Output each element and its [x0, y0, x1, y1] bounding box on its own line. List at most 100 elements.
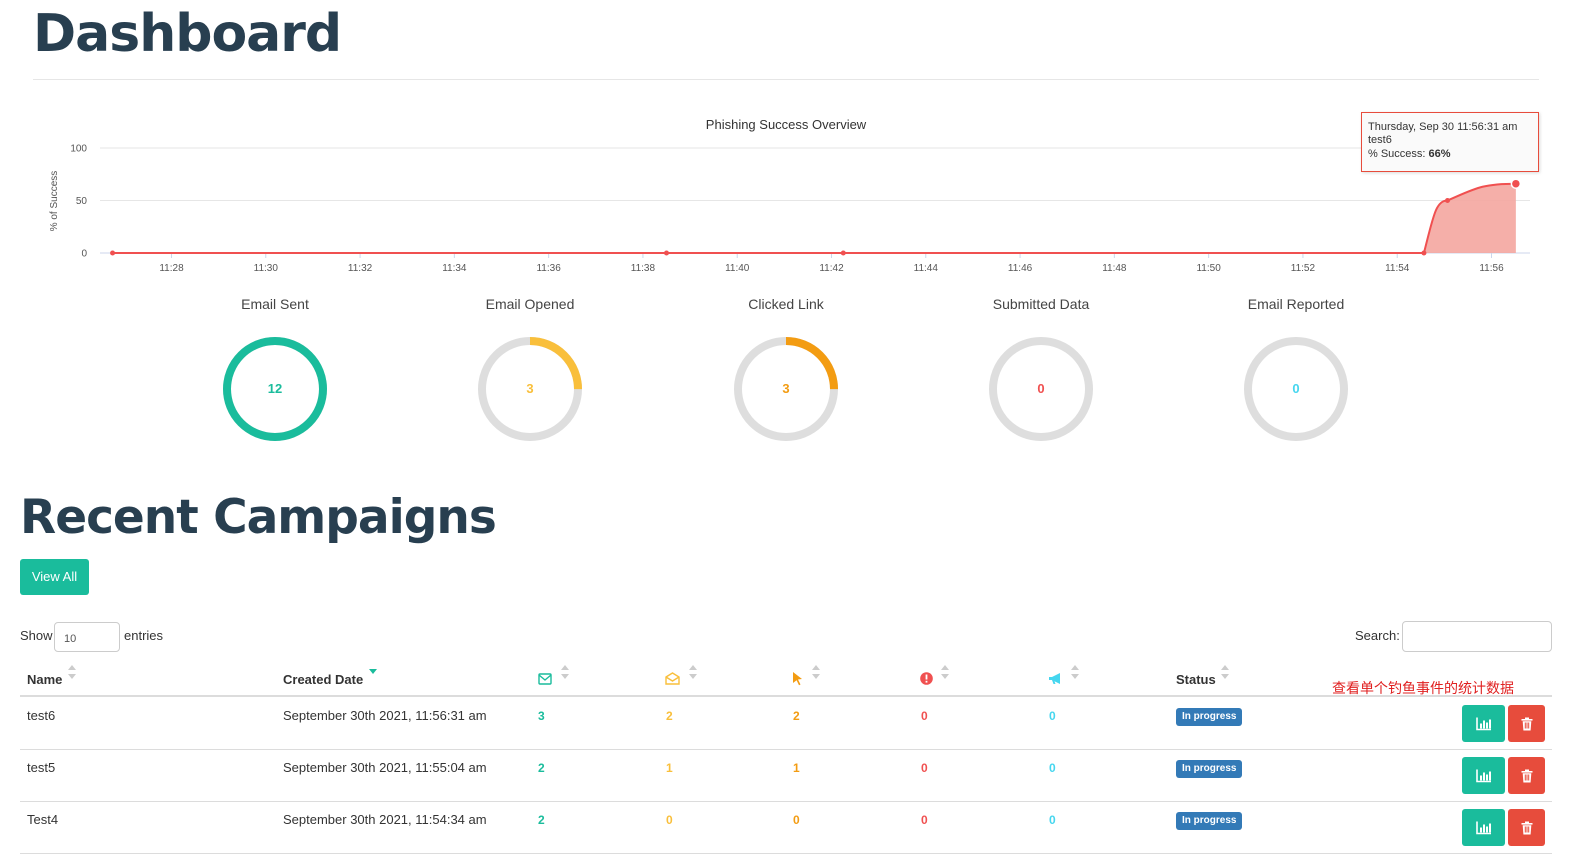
campaign-created-date: September 30th 2021, 11:54:34 am: [283, 812, 487, 827]
x-tick-label: 11:32: [348, 263, 373, 274]
data-point: [1421, 250, 1427, 256]
status-badge: In progress: [1176, 760, 1243, 778]
view-results-button[interactable]: [1462, 705, 1505, 742]
emails-reported-count: 0: [1049, 709, 1056, 723]
y-tick-label: 100: [70, 144, 87, 155]
stat-donut: 12: [219, 333, 331, 445]
emails-reported-count: 0: [1049, 761, 1056, 775]
emails-sent-count: 2: [538, 761, 545, 775]
envelope-open-icon: [665, 672, 680, 685]
delete-campaign-button[interactable]: [1508, 705, 1545, 742]
tooltip-value: 66%: [1428, 148, 1451, 160]
stat-label: Email Reported: [1247, 296, 1345, 312]
x-tick-label: 11:28: [159, 263, 184, 274]
x-tick-label: 11:54: [1385, 263, 1410, 274]
sort-icon[interactable]: [812, 664, 820, 680]
series-area: [112, 183, 1516, 253]
sort-icon[interactable]: [689, 664, 697, 680]
x-tick-label: 11:46: [1008, 263, 1033, 274]
stat-label: Email Opened: [485, 296, 575, 312]
sort-icon[interactable]: [68, 664, 76, 680]
title-divider: [33, 79, 1539, 80]
data-point: [664, 250, 669, 256]
emails-reported-count: 0: [1049, 813, 1056, 827]
highlighted-data-point: [1510, 178, 1522, 189]
y-axis-label: % of Success: [49, 171, 60, 232]
search-label: Search:: [1355, 628, 1400, 643]
campaign-created-date: September 30th 2021, 11:56:31 am: [283, 708, 487, 723]
view-all-button[interactable]: View All: [20, 559, 89, 595]
x-tick-label: 11:52: [1291, 263, 1316, 274]
chart-tooltip: Thursday, Sep 30 11:56:31 am test6 % Suc…: [1361, 112, 1539, 172]
x-tick-label: 11:48: [1102, 263, 1127, 274]
tooltip-label: % Success:: [1368, 148, 1426, 160]
mouse-pointer-icon: [793, 672, 802, 686]
show-label: Show: [20, 628, 53, 643]
stat-value: 0: [1292, 381, 1300, 396]
campaign-created-date: September 30th 2021, 11:55:04 am: [283, 760, 487, 775]
bar-chart-icon: [1475, 717, 1491, 730]
sort-descending-icon[interactable]: [369, 664, 377, 680]
y-tick-label: 0: [81, 249, 87, 260]
links-clicked-count: 2: [793, 709, 800, 723]
stat-value: 3: [526, 381, 534, 396]
emails-opened-count: 1: [666, 761, 673, 775]
x-tick-label: 11:44: [914, 263, 939, 274]
trash-icon: [1521, 717, 1532, 730]
column-header-status[interactable]: Status: [1176, 672, 1216, 687]
tooltip-date: Thursday, Sep 30 11:56:31 am: [1368, 121, 1518, 133]
row-divider: [20, 801, 1552, 802]
data-submitted-count: 0: [921, 813, 928, 827]
exclamation-circle-icon: [920, 672, 933, 685]
emails-sent-count: 3: [538, 709, 545, 723]
sort-icon[interactable]: [1071, 664, 1079, 680]
sort-icon[interactable]: [941, 664, 949, 680]
emails-opened-count: 2: [666, 709, 673, 723]
stat-donut: 0: [1240, 333, 1352, 445]
x-tick-label: 11:34: [442, 263, 467, 274]
chart-title: Phishing Success Overview: [706, 117, 867, 132]
x-tick-label: 11:38: [631, 263, 656, 274]
phishing-success-chart: Phishing Success Overview % of Success 0…: [49, 117, 1530, 274]
delete-campaign-button[interactable]: [1508, 809, 1545, 846]
table-header-divider: [20, 695, 1552, 697]
status-badge: In progress: [1176, 812, 1243, 830]
stat-donut: 3: [730, 333, 842, 445]
section-title-recent-campaigns: Recent Campaigns: [20, 490, 497, 545]
view-results-button[interactable]: [1462, 809, 1505, 846]
data-point: [110, 250, 116, 256]
view-results-button[interactable]: [1462, 757, 1505, 794]
tooltip-name: test6: [1368, 134, 1392, 146]
row-divider: [20, 749, 1552, 750]
data-point: [1445, 198, 1450, 203]
entries-label: entries: [124, 628, 164, 643]
search-input[interactable]: [1402, 621, 1552, 652]
stat-label: Email Sent: [241, 296, 309, 312]
stat-label: Clicked Link: [748, 296, 824, 312]
stat-value: 0: [1037, 381, 1045, 396]
trash-icon: [1521, 769, 1532, 782]
sort-icon[interactable]: [561, 664, 569, 680]
entries-per-page-input[interactable]: 10: [54, 622, 120, 652]
series-line: [112, 182, 1516, 254]
stat-donut: 0: [985, 333, 1097, 445]
delete-campaign-button[interactable]: [1508, 757, 1545, 794]
data-submitted-count: 0: [921, 709, 928, 723]
emails-opened-count: 0: [666, 813, 673, 827]
x-tick-label: 11:42: [819, 263, 844, 274]
emails-sent-count: 2: [538, 813, 545, 827]
sort-icon[interactable]: [1221, 664, 1229, 680]
stat-value: 12: [267, 381, 283, 396]
column-header-name[interactable]: Name: [27, 672, 62, 687]
x-tick-label: 11:50: [1196, 263, 1221, 274]
tooltip-value-line: % Success: 66%: [1368, 148, 1451, 160]
page-title: Dashboard: [33, 4, 342, 64]
stat-donut: 3: [474, 333, 586, 445]
campaign-name: test6: [27, 708, 56, 723]
column-header-created-date[interactable]: Created Date: [283, 672, 363, 687]
row-divider: [20, 853, 1552, 854]
x-tick-label: 11:56: [1479, 263, 1504, 274]
envelope-icon: [538, 673, 552, 685]
links-clicked-count: 1: [793, 761, 800, 775]
x-tick-label: 11:30: [254, 263, 279, 274]
